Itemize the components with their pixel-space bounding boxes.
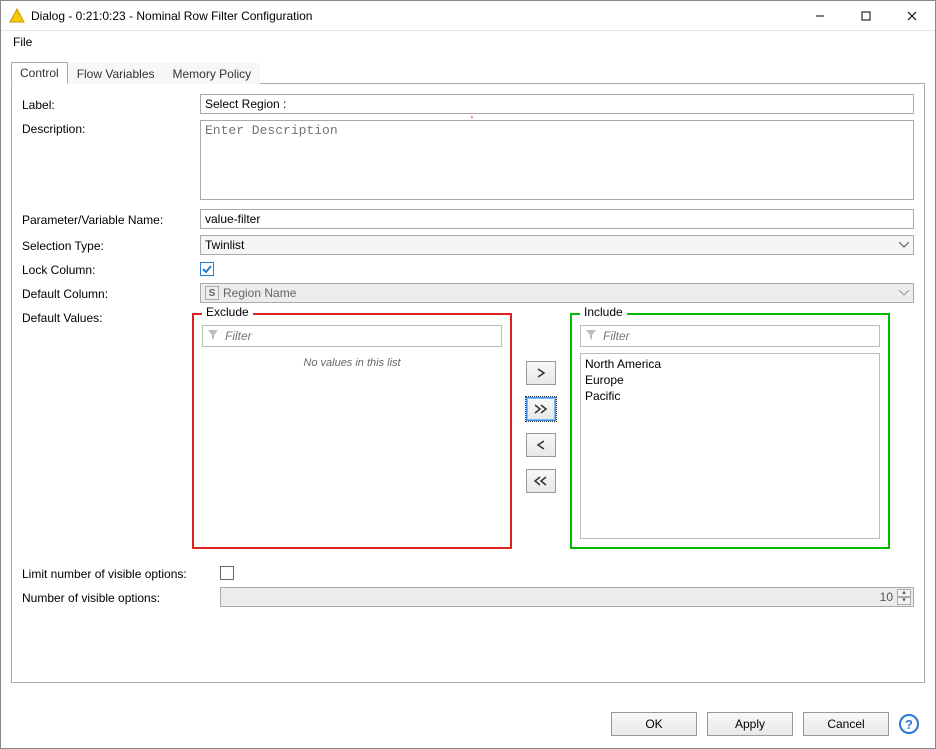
minimize-button[interactable] [797,1,843,31]
spinner-down-button[interactable]: ▾ [897,597,911,605]
tab-memory-policy[interactable]: Memory Policy [164,63,261,84]
help-icon[interactable]: ? [899,714,919,734]
titlebar: Dialog - 0:21:0:23 - Nominal Row Filter … [1,1,935,31]
selection-type-select[interactable]: Twinlist [200,235,914,255]
list-item[interactable]: Europe [583,372,877,388]
exclude-empty-message: No values in this list [202,357,502,369]
label-input[interactable] [200,94,914,114]
number-visible-spinner: 10 ▴ ▾ [220,587,914,607]
selection-type-value: Twinlist [205,238,244,252]
spinner-up-button[interactable]: ▴ [897,589,911,597]
move-buttons [526,313,556,493]
limit-visible-checkbox[interactable]: ✓ [220,566,234,580]
exclude-filter-input[interactable] [223,328,497,344]
maximize-button[interactable] [843,1,889,31]
move-all-left-button[interactable] [526,469,556,493]
filter-icon [207,329,219,344]
default-column-value: Region Name [223,286,296,300]
exclude-title: Exclude [202,305,253,319]
cursor-icon: . [470,106,474,120]
default-column-select: S Region Name [200,283,914,303]
number-visible-value: 10 [880,590,893,604]
include-list[interactable]: North America Europe Pacific [580,353,880,539]
string-type-icon: S [205,286,219,300]
tab-flow-variables[interactable]: Flow Variables [68,63,164,84]
include-filter[interactable] [580,325,880,347]
label-number-visible: Number of visible options: [22,589,212,605]
label-selection-type: Selection Type: [22,237,192,253]
lock-column-checkbox[interactable] [200,262,214,276]
dialog-button-bar: OK Apply Cancel ? [1,702,935,748]
exclude-group: Exclude No values in this list [192,313,512,549]
label-lock-column: Lock Column: [22,261,192,277]
include-title: Include [580,305,627,319]
include-group: Include North America Europe Pacific [570,313,890,549]
move-right-button[interactable] [526,361,556,385]
param-name-input[interactable] [200,209,914,229]
list-item[interactable]: Pacific [583,388,877,404]
chevron-down-icon [899,242,909,248]
move-left-button[interactable] [526,433,556,457]
apply-button[interactable]: Apply [707,712,793,736]
include-filter-input[interactable] [601,328,875,344]
chevron-down-icon [899,290,909,296]
list-item[interactable]: North America [583,356,877,372]
label-default-values: Default Values: [22,309,192,325]
label-default-column: Default Column: [22,285,192,301]
description-input[interactable] [200,120,914,200]
tabs: Control Flow Variables Memory Policy [11,61,925,83]
filter-icon [585,329,597,344]
label-label: Label: [22,96,192,112]
label-limit-visible: Limit number of visible options: [22,565,212,581]
close-button[interactable] [889,1,935,31]
label-param-name: Parameter/Variable Name: [22,211,192,227]
move-all-right-button[interactable] [526,397,556,421]
tab-panel-control: Label: . Description: Parameter/Variable… [11,83,925,683]
menubar: File [1,31,935,53]
tab-control[interactable]: Control [11,62,68,84]
cancel-button[interactable]: Cancel [803,712,889,736]
label-description: Description: [22,120,192,136]
ok-button[interactable]: OK [611,712,697,736]
exclude-filter[interactable] [202,325,502,347]
window-title: Dialog - 0:21:0:23 - Nominal Row Filter … [31,9,797,23]
menu-file[interactable]: File [7,33,38,51]
dialog-window: Dialog - 0:21:0:23 - Nominal Row Filter … [0,0,936,749]
app-icon [9,8,25,24]
